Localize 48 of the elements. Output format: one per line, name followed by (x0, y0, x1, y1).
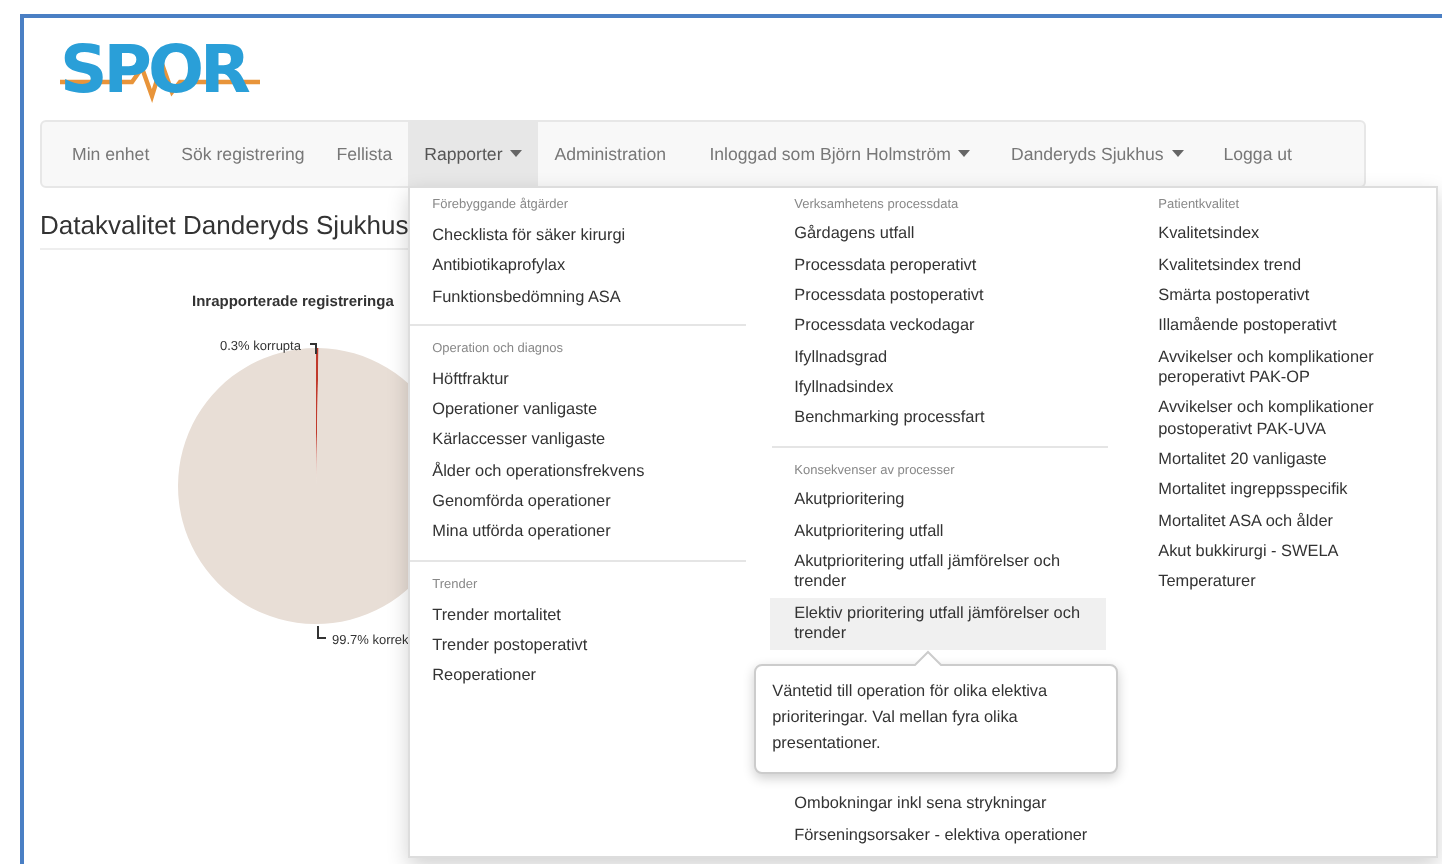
tooltip-pointer (914, 650, 943, 667)
menu-item[interactable]: Mortalitet ingreppsspecifik (1158, 475, 1435, 507)
nav-item[interactable]: Min enhet (56, 122, 166, 186)
menu-item[interactable]: Kvalitetsindex trend (1158, 250, 1435, 282)
menu-item[interactable]: Ombokningar inkl sena strykningar (794, 790, 1135, 821)
menu-item[interactable]: Ålder och operationsfrekvens (432, 455, 773, 487)
leader-line (317, 625, 327, 639)
menu-item[interactable]: Trender postoperativt (432, 629, 773, 661)
menu-item[interactable]: Kvalitetsindex (1158, 220, 1435, 251)
menu-item[interactable]: Akut bukkirurgi - SWELA (1158, 537, 1435, 568)
menu-item[interactable]: Funktionsbedömning ASA (432, 281, 773, 312)
nav-item[interactable]: Fellista (320, 122, 409, 186)
nav-item[interactable]: Rapporter (408, 122, 539, 186)
leader-line (309, 343, 317, 355)
menu-item[interactable]: Processdata veckodagar (794, 311, 1135, 343)
menu-item[interactable]: Mortalitet 20 vanligaste (1158, 445, 1435, 476)
nav-item[interactable]: Inloggad som Björn Holmström (689, 122, 991, 186)
menu-item[interactable]: Gårdagens utfall (794, 220, 1135, 251)
menu-item[interactable]: Smärta postoperativt (1158, 281, 1435, 312)
menu-item[interactable]: Avvikelser och komplikationer peroperativt PAK-OP (1158, 342, 1435, 394)
menu-item[interactable]: Benchmarking processfart (794, 403, 1135, 434)
menu-item[interactable]: Höftfraktur (432, 363, 773, 395)
page-heading: Datakvalitet Danderyds Sjukhus (40, 208, 417, 250)
menu-item[interactable]: Kärlaccesser vanligaste (432, 424, 773, 456)
menu-item[interactable]: Akutprioritering utfall (794, 516, 1135, 548)
menu-item[interactable]: Mina utförda operationer (432, 516, 773, 548)
menu-item[interactable]: Genomförda operationer (432, 486, 773, 517)
menu-item[interactable]: Checklista för säker kirurgi (432, 220, 773, 251)
menu-item[interactable]: Förseningsorsaker - elektiva operationer (794, 820, 1135, 852)
nav-item[interactable]: Administration (538, 122, 682, 186)
menu-item[interactable]: Trender mortalitet (432, 599, 773, 630)
menu-item[interactable]: Antibiotikaprofylax (432, 250, 773, 282)
menu-item[interactable]: Mortalitet ASA och ålder (1158, 506, 1435, 538)
menu-item[interactable]: Akutprioritering (794, 485, 1135, 517)
nav-item[interactable]: Danderyds Sjukhus (990, 122, 1204, 186)
menu-item[interactable]: Processdata peroperativt (794, 250, 1135, 282)
menu-item[interactable]: Ifyllnadsgrad (794, 342, 1135, 373)
menu-item[interactable]: Processdata postoperativt (794, 281, 1135, 312)
menu-item[interactable]: Operationer vanligaste (432, 394, 773, 425)
menu-item[interactable]: Illamående postoperativt (1158, 311, 1435, 343)
menu-item[interactable]: Ifyllnadsindex (794, 372, 1135, 404)
nav-item[interactable]: Logga ut (1203, 122, 1312, 186)
tooltip: Väntetid till operation för olika elektiva prioriteringar. Val mellan fyra olika presentationer. (754, 664, 1119, 775)
menu-item[interactable]: Elektiv prioritering utfall jämförelser och trender (770, 598, 1107, 651)
menu-item[interactable]: Temperaturer (1158, 567, 1435, 599)
menu-item[interactable]: Avvikelser och komplikationer postoperativt PAK-UVA (1158, 393, 1435, 446)
menu-item[interactable]: Akutprioritering utfall jämförelser och trender (794, 547, 1135, 599)
nav-item[interactable]: Sök registrering (165, 122, 321, 186)
